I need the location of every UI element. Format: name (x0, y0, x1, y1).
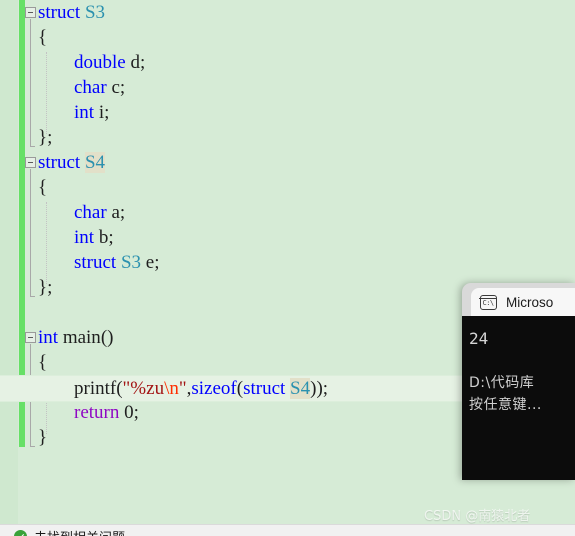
code-token: { (38, 177, 48, 198)
code-line-text: } (0, 425, 47, 450)
code-line-text: }; (0, 125, 52, 150)
code-line[interactable]: } (0, 425, 47, 450)
code-token: int (74, 227, 95, 248)
debug-console-window[interactable]: C:\ Microso 24 D:\代码库 按任意键... (462, 283, 575, 480)
code-line[interactable]: struct S3 e; (0, 250, 160, 275)
code-line-text: int main() (0, 325, 113, 350)
console-output-area[interactable]: 24 D:\代码库 按任意键... (462, 316, 575, 480)
code-token: " (178, 378, 187, 399)
code-line-text: return 0; (0, 400, 139, 425)
code-line-text: struct S4 (0, 150, 106, 175)
code-line-text: { (0, 175, 47, 200)
code-token: struct (38, 2, 81, 23)
code-line[interactable]: { (0, 25, 47, 50)
code-token: } (38, 427, 48, 448)
code-token: \n (164, 378, 179, 399)
console-tab[interactable]: C:\ Microso (471, 288, 575, 316)
code-line-text: printf("%zu\n",sizeof(struct S4)); (0, 376, 328, 401)
code-line-text: struct S3 (0, 0, 105, 25)
console-titlebar[interactable]: C:\ Microso (462, 283, 575, 316)
code-token: c; (106, 77, 126, 98)
code-line[interactable]: int main() (0, 325, 113, 350)
error-list-status-bar[interactable]: 未找到相关问题 (0, 524, 575, 536)
code-token: char (74, 77, 107, 98)
code-token: sizeof (191, 378, 237, 399)
code-token: () (100, 327, 114, 348)
code-line-text: char a; (0, 200, 125, 225)
cmd-prompt-glyph: C:\ (482, 299, 495, 307)
code-line[interactable]: return 0; (0, 400, 139, 425)
code-line[interactable]: struct S3 (0, 0, 105, 25)
code-token: double (74, 52, 126, 73)
code-token: { (38, 27, 48, 48)
code-token: )); (310, 378, 329, 399)
code-token: char (74, 202, 107, 223)
code-line[interactable] (0, 300, 38, 325)
code-token: struct (38, 152, 81, 173)
code-token: a; (106, 202, 126, 223)
code-token: return (74, 402, 120, 423)
code-token: 0; (119, 402, 139, 423)
code-line[interactable]: int i; (0, 100, 109, 125)
code-token: int (38, 327, 59, 348)
code-token: main (62, 327, 101, 348)
console-output-value: 24 (469, 329, 489, 348)
code-line[interactable]: }; (0, 275, 52, 300)
console-path-line: D:\代码库 (469, 375, 535, 391)
code-token: b; (94, 227, 114, 248)
code-line-text: int i; (0, 100, 109, 125)
code-token: struct (243, 378, 286, 399)
code-line-text: char c; (0, 75, 125, 100)
code-line[interactable]: }; (0, 125, 52, 150)
code-token: S3 (120, 252, 142, 273)
cmd-console-icon: C:\ (479, 294, 497, 310)
code-token: { (38, 352, 48, 373)
code-token: d; (125, 52, 146, 73)
code-line[interactable]: { (0, 350, 47, 375)
code-line[interactable]: struct S4 (0, 150, 106, 175)
code-line-text: { (0, 350, 47, 375)
code-line-text: struct S3 e; (0, 250, 160, 275)
code-token: i; (94, 102, 110, 123)
code-token: }; (38, 127, 53, 148)
code-line[interactable]: int b; (0, 225, 114, 250)
code-token: S4 (84, 152, 106, 173)
status-message: 未找到相关问题 (34, 527, 125, 536)
code-token: e; (141, 252, 160, 273)
code-token: S4 (290, 378, 311, 399)
console-prompt-line: 按任意键... (469, 397, 542, 413)
code-token: "%zu (122, 378, 165, 399)
code-line[interactable]: { (0, 175, 47, 200)
console-tab-title: Microso (506, 294, 554, 310)
code-token: printf( (74, 378, 123, 399)
code-token: struct (74, 252, 117, 273)
code-line[interactable]: char c; (0, 75, 125, 100)
code-line[interactable]: char a; (0, 200, 125, 225)
code-line-text: double d; (0, 50, 145, 75)
code-line[interactable]: double d; (0, 50, 145, 75)
code-line-text: { (0, 25, 47, 50)
code-token: }; (38, 277, 53, 298)
code-line-text: }; (0, 275, 52, 300)
code-token: int (74, 102, 95, 123)
code-line-text: int b; (0, 225, 114, 250)
screenshot-root: struct S3{double d; char c; int i;}; struct… (0, 0, 575, 536)
code-token: S3 (84, 2, 106, 23)
success-check-icon (14, 529, 27, 536)
